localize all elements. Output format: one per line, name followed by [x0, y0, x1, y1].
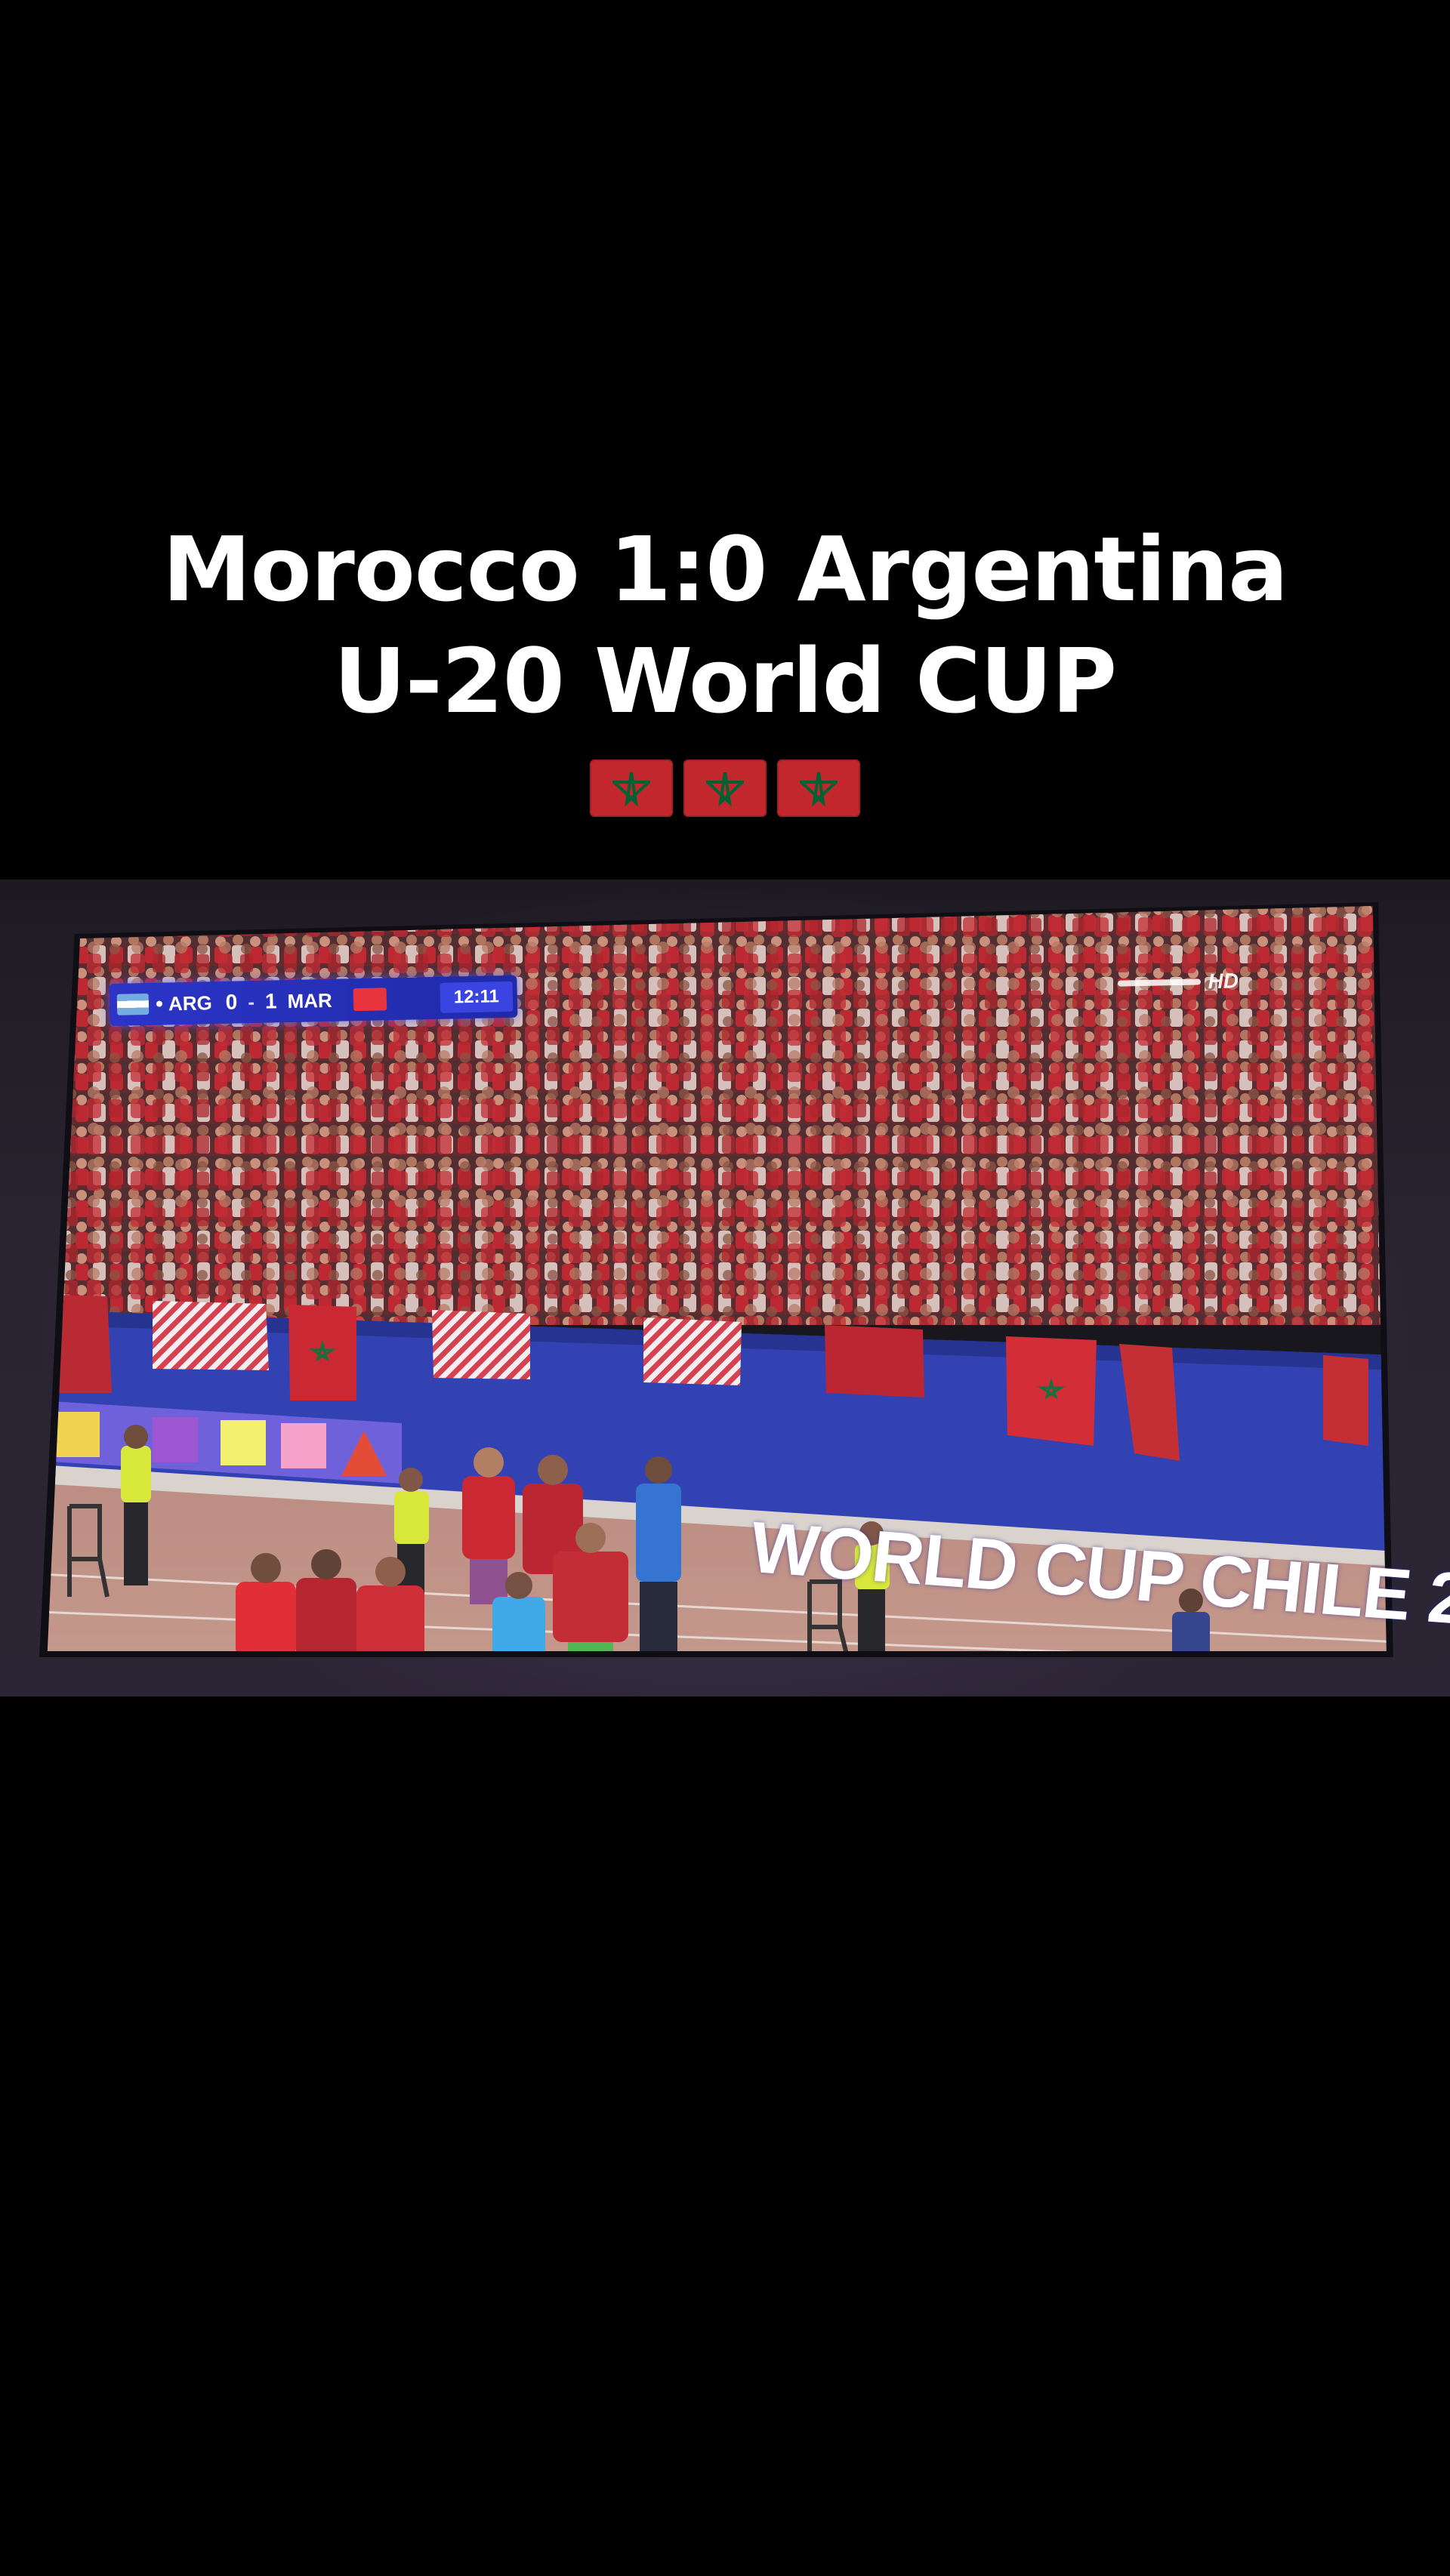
caption-line-score: Morocco 1:0 Argentina	[162, 517, 1288, 621]
possession-dot-icon	[156, 1000, 163, 1007]
morocco-flag-icon	[777, 760, 860, 817]
away-team-score: 1	[264, 989, 277, 1013]
argentina-flag-icon	[116, 993, 150, 1015]
away-team-code: MAR	[287, 988, 333, 1012]
morocco-flag-icon	[683, 760, 767, 817]
broadcaster-logo-mark	[1117, 978, 1201, 987]
morocco-flag-icon	[353, 988, 387, 1012]
video-caption: Morocco 1:0 Argentina U-20 World CUP	[0, 513, 1450, 817]
flag-emoji-row	[0, 760, 1450, 817]
broadcaster-logo: HD	[1050, 964, 1239, 1001]
morocco-flag-icon	[590, 760, 673, 817]
home-team-score: 0	[225, 990, 238, 1014]
broadcaster-logo-text: HD	[1208, 969, 1239, 994]
match-clock: 12:11	[440, 981, 514, 1013]
score-separator: -	[247, 990, 255, 1013]
home-team-code: ARG	[168, 991, 213, 1015]
caption-line-tournament: U-20 World CUP	[333, 629, 1117, 733]
broadcast-scorebug: ARG 0 - 1 MAR 12:11	[109, 975, 518, 1026]
